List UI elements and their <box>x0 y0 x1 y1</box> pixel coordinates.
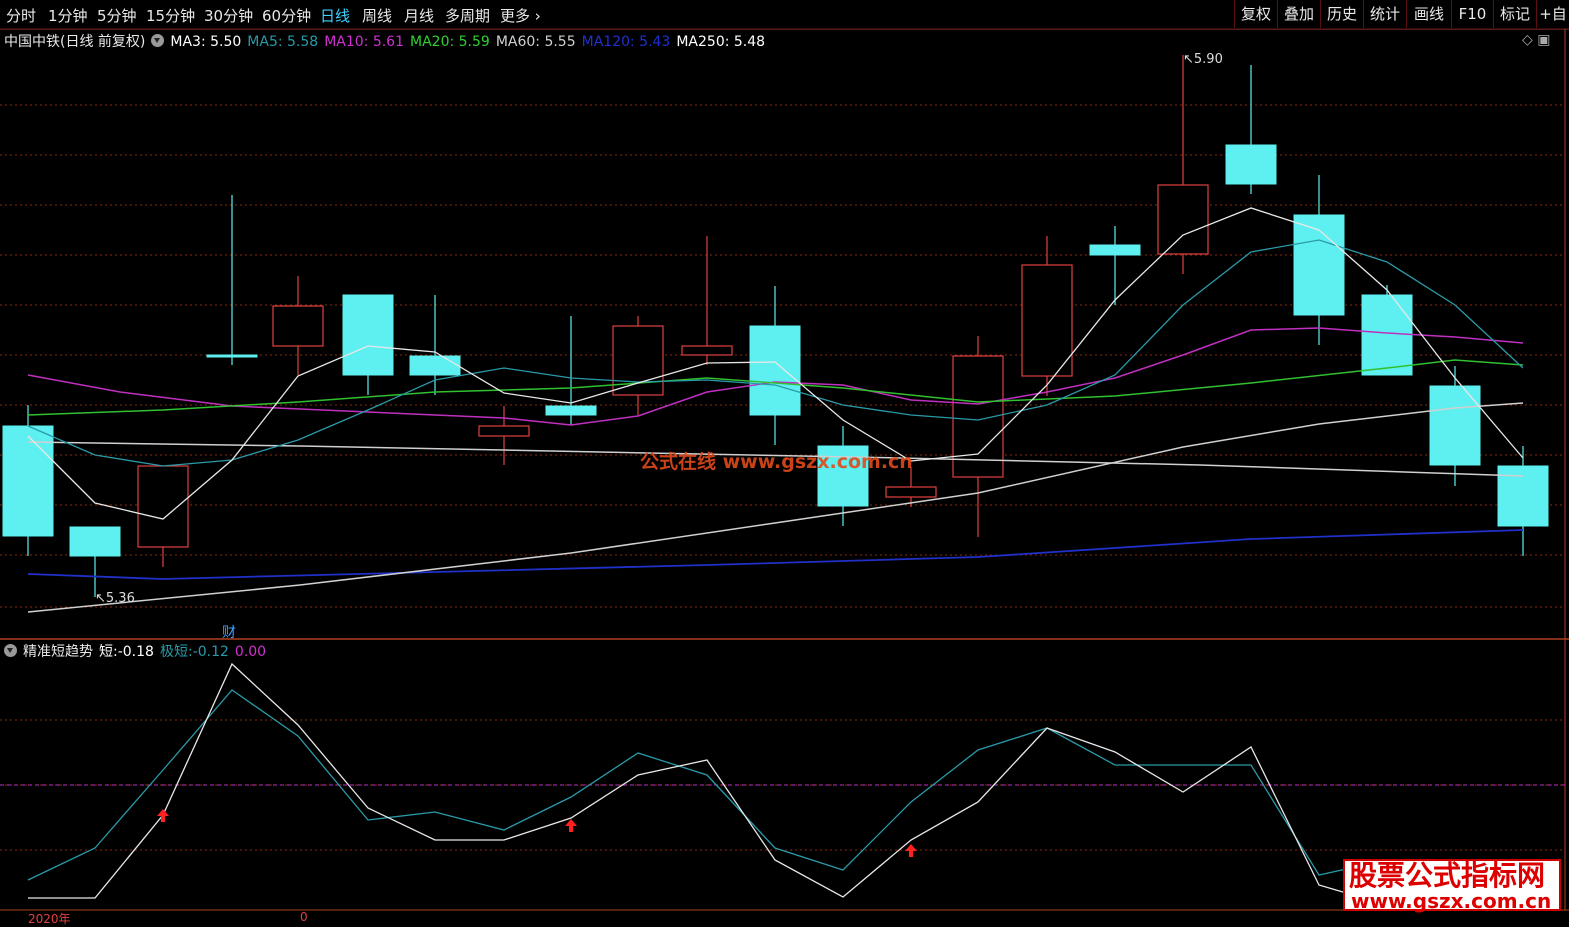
indicator-legend-item: 短:-0.18 <box>99 644 154 660</box>
candle-body <box>69 526 121 557</box>
candle-body <box>409 355 461 376</box>
candle-body <box>206 354 258 358</box>
candle-body <box>1225 144 1277 185</box>
candle-body <box>1021 264 1073 377</box>
candle-body <box>681 345 733 356</box>
candle-body <box>272 305 324 347</box>
candle-body <box>1157 184 1209 255</box>
candle-body <box>1089 244 1141 256</box>
high-price-value: 5.90 <box>1193 52 1223 67</box>
candle-body <box>1361 294 1413 376</box>
watermark: 公式在线 www.gszx.com.cn <box>640 451 913 473</box>
buy-arrow-icon <box>905 844 917 857</box>
candle-body <box>342 294 394 376</box>
candle-body <box>545 405 597 416</box>
high-price-label: ↖5.90 <box>1183 52 1223 67</box>
finance-marker[interactable]: 财 <box>222 622 236 642</box>
axis-tick-label: 0 <box>300 910 308 924</box>
buy-arrow-icon <box>565 819 577 832</box>
year-label: 2020年 <box>28 912 71 926</box>
site-logo: 股票公式指标网 www.gszx.com.cn <box>1343 859 1561 911</box>
indicator-legend: 精准短趋势 短:-0.18 极短:-0.12 0.00 <box>0 641 278 660</box>
candle-body <box>137 465 189 548</box>
logo-url: www.gszx.com.cn <box>1351 889 1552 913</box>
logo-text: 股票公式指标网 <box>1349 859 1546 892</box>
indicator-legend-item: 极短:-0.12 <box>159 644 229 660</box>
indicator-name: 精准短趋势 <box>23 644 93 660</box>
low-price-value: 5.36 <box>105 591 135 606</box>
candle-body <box>478 425 530 437</box>
indicator-dropdown-icon[interactable] <box>4 644 17 657</box>
low-price-label: ↖5.36 <box>95 591 135 606</box>
candle-body <box>749 325 801 416</box>
candle-body <box>885 486 937 498</box>
indicator-legend-item: 0.00 <box>234 644 267 660</box>
